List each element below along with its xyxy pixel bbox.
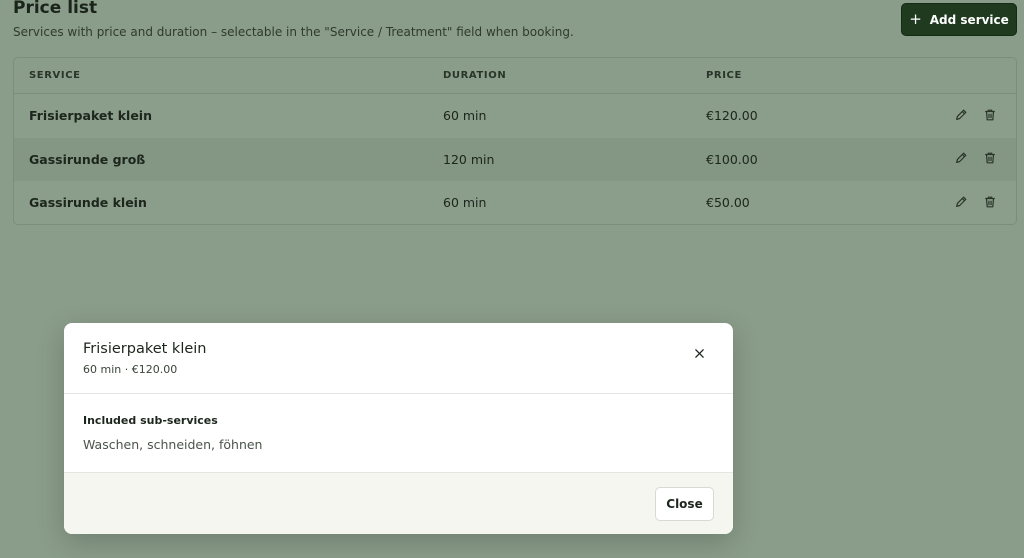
add-service-label: Add service: [929, 12, 1009, 27]
dialog-meta: 60 min · €120.00: [83, 363, 178, 376]
trash-icon[interactable]: [981, 150, 998, 167]
service-duration: 60 min: [443, 108, 487, 123]
close-icon[interactable]: [692, 346, 706, 360]
column-header-service: SERVICE: [29, 70, 81, 81]
close-button[interactable]: Close: [655, 487, 714, 521]
add-service-button[interactable]: + Add service: [901, 3, 1017, 36]
dialog-footer: Close: [64, 473, 733, 534]
pencil-icon[interactable]: [952, 193, 969, 210]
page-title: Price list: [13, 0, 98, 18]
page-subtitle: Services with price and duration – selec…: [13, 25, 574, 39]
service-name: Gassirunde klein: [29, 195, 147, 210]
dialog-header: Frisierpaket klein 60 min · €120.00: [64, 323, 733, 394]
services-table: SERVICE DURATION PRICE Frisierpaket klei…: [13, 57, 1017, 225]
service-price: €50.00: [706, 195, 750, 210]
service-name: Frisierpaket klein: [29, 108, 152, 123]
service-name: Gassirunde groß: [29, 151, 146, 167]
trash-icon[interactable]: [981, 193, 998, 210]
dialog-body: Included sub-services Waschen, schneiden…: [64, 394, 733, 473]
table-row: Gassirunde klein 60 min €50.00: [14, 181, 1016, 224]
table-row: Gassirunde groß 120 min €100.00: [14, 137, 1016, 181]
column-header-price: PRICE: [706, 70, 742, 81]
service-price: €120.00: [706, 108, 758, 123]
dialog-title: Frisierpaket klein: [83, 341, 207, 357]
trash-icon[interactable]: [981, 106, 998, 123]
pencil-icon[interactable]: [952, 106, 969, 123]
table-row: Frisierpaket klein 60 min €120.00: [14, 94, 1016, 138]
service-details-dialog: Frisierpaket klein 60 min · €120.00 Incl…: [64, 323, 733, 534]
sub-services-label: Included sub-services: [83, 414, 218, 427]
service-price: €100.00: [706, 151, 758, 167]
service-duration: 120 min: [443, 151, 495, 167]
column-header-duration: DURATION: [443, 70, 507, 81]
service-duration: 60 min: [443, 195, 487, 210]
price-list-page: Price list Services with price and durat…: [0, 0, 1024, 558]
pencil-icon[interactable]: [952, 150, 969, 167]
sub-services-text: Waschen, schneiden, föhnen: [83, 437, 263, 452]
plus-icon: +: [909, 10, 922, 28]
table-header: SERVICE DURATION PRICE: [14, 58, 1016, 94]
